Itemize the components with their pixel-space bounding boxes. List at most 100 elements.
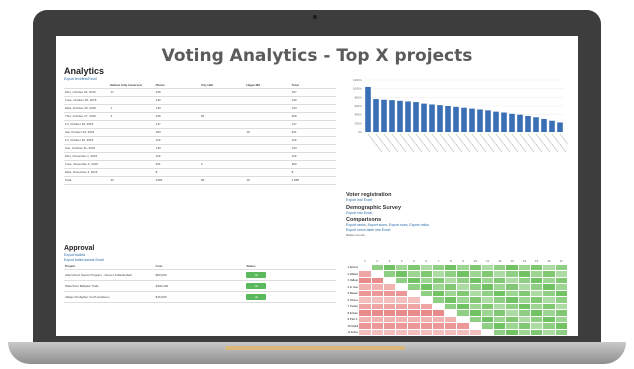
table-cell: 133 [290, 104, 336, 113]
comparison-cell [395, 276, 409, 284]
table-cell: 3 [109, 112, 155, 121]
x-tick-label [431, 133, 447, 153]
table-cell [245, 168, 291, 177]
table-row: Fri, October 28, 2015 147 147 [64, 120, 336, 129]
comparison-cell [554, 335, 569, 336]
x-tick-label [383, 133, 399, 153]
table-cell: 43 [109, 176, 155, 185]
project-cost: $60,000 [154, 269, 246, 281]
table-cell: Tues, November 2, 2015 [64, 160, 110, 169]
x-tick-label [503, 133, 519, 153]
comparison-row: 12 Better Streets - New Lanes & Markings [345, 335, 569, 336]
table-cell: 8 [154, 168, 200, 177]
table-cell [245, 112, 291, 121]
project-cost: $300,000 [154, 280, 246, 292]
table-cell: 2 [199, 160, 246, 169]
comparison-cell [431, 335, 446, 336]
table-cell [245, 144, 291, 153]
y-tick-label: 600 k [355, 104, 363, 108]
comparison-cell [480, 322, 495, 330]
comparison-cell [456, 335, 470, 336]
chart-bar [397, 100, 403, 132]
approval-heading: Approval [64, 245, 95, 252]
comparisons-union-export-link[interactable]: Export union table into Excel [346, 228, 568, 233]
table-cell: 132 [154, 96, 200, 105]
chart-bar [549, 120, 555, 132]
comparisons-legend: Ratios Counts [346, 233, 365, 237]
table-cell: 203 [154, 128, 200, 137]
comparison-cell [517, 335, 531, 336]
page-title: Voting Analytics - Top X projects [161, 46, 473, 66]
chart-bar [429, 104, 435, 132]
analytics-heading: Analytics [64, 66, 105, 76]
approval-section: Approval Export ballots Export ballot as… [64, 245, 336, 303]
table-cell [109, 128, 155, 137]
approval-header-cell: Project [64, 262, 155, 270]
approval-table: Project Cost Status Afterschool Sports Pro… [64, 262, 336, 303]
comparison-cell [370, 335, 384, 336]
table-row: Wed, October 26, 2015 1 133 133 [64, 104, 336, 113]
table-cell: 132 [290, 96, 336, 105]
table-cell: 119 [154, 136, 200, 145]
table-cell [109, 144, 155, 153]
chart-bar [421, 103, 427, 132]
table-row: Mon, October 24, 2015 17 135 157 [64, 88, 336, 97]
comparison-cell [468, 315, 482, 323]
chart-bar [437, 105, 443, 132]
table-cell [199, 168, 246, 177]
table-cell: 135 [154, 88, 200, 97]
x-tick-label [447, 133, 463, 153]
approval-header-row: Project Cost Status [64, 262, 336, 270]
table-row: Wed, November 3, 2015 8 8 [64, 168, 336, 177]
x-tick-label [463, 133, 479, 153]
x-tick-label [375, 133, 391, 153]
y-tick-label: 200 k [355, 121, 363, 125]
table-cell [199, 136, 246, 145]
comparison-cell [480, 335, 495, 336]
comparisons-table: 1234567891011121314151617 1 Afterschool … [345, 257, 569, 336]
project-name: Vallejo Firefighter Youth Academy [64, 291, 155, 303]
comparison-cell [395, 335, 409, 336]
y-tick-label: 1000 k [353, 87, 363, 91]
x-tick-label [367, 133, 383, 153]
table-cell: Sun, October 31, 2015 [64, 144, 110, 153]
table-cell [245, 160, 291, 169]
x-tick-label [511, 133, 527, 153]
table-cell: 89 [199, 176, 246, 185]
chart-bar [541, 119, 547, 132]
table-cell [199, 144, 246, 153]
comparison-cell [493, 335, 507, 336]
table-cell: Wed, October 26, 2015 [64, 104, 110, 113]
chart-bar [525, 115, 531, 132]
demographic-survey-export-link[interactable]: Export into Excel [346, 211, 568, 216]
table-cell [109, 152, 155, 161]
chart-bar [373, 99, 379, 132]
table-cell: 135 [154, 112, 200, 121]
comparison-cell [370, 263, 384, 271]
comparison-cell [493, 328, 507, 336]
chart-bar [389, 100, 395, 132]
chart-bar [381, 99, 387, 132]
table-cell [199, 88, 246, 97]
table-cell [245, 136, 291, 145]
analytics-section: Analytics Export text/text/Excel Ballots… [64, 66, 336, 185]
chart-bar [533, 117, 539, 132]
table-cell: 119 [290, 136, 336, 145]
chart-bar [453, 106, 459, 132]
table-cell: Fri, October 28, 2015 [64, 120, 110, 129]
comparison-cell [382, 335, 397, 336]
approve-button[interactable]: ok [246, 294, 267, 300]
x-tick-label [407, 133, 423, 153]
approval-header-cell: Status [245, 262, 336, 270]
x-tick-label [551, 133, 567, 153]
table-cell [109, 168, 155, 177]
approve-button[interactable]: ok [246, 272, 267, 278]
table-cell: Tues, October 25, 2015 [64, 96, 110, 105]
voter-registration-export-link[interactable]: Export into Excel [346, 198, 568, 203]
chart-bar [365, 86, 371, 132]
comparison-cell [529, 335, 544, 336]
comparison-cell [431, 296, 446, 304]
x-tick-label [495, 133, 511, 153]
table-cell: 147 [154, 120, 200, 129]
approve-button[interactable]: ok [246, 283, 267, 289]
